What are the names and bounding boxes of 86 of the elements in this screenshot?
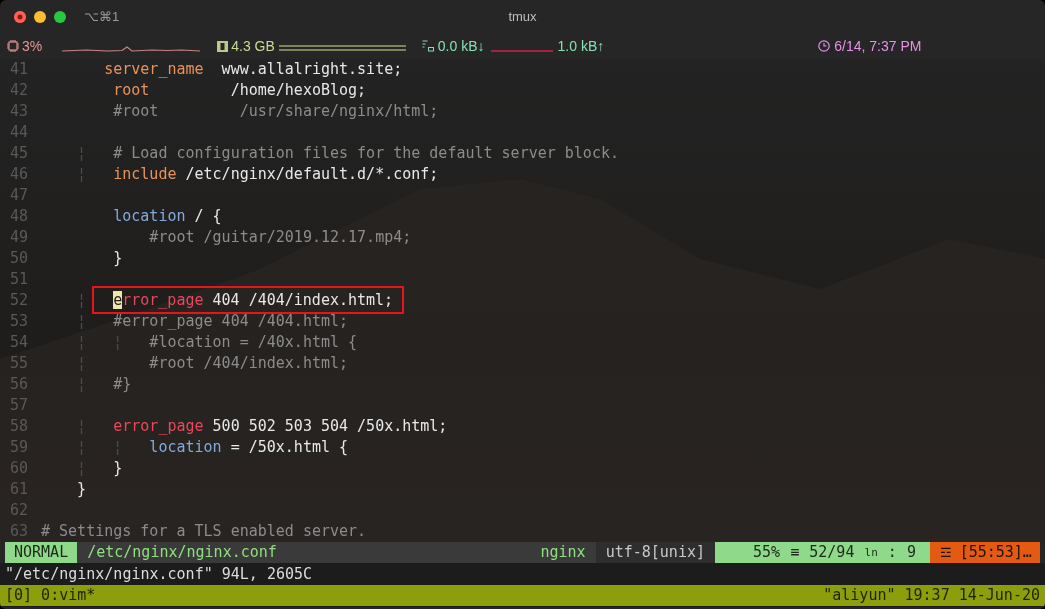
line-number: 60 (9, 458, 30, 479)
indent-guide: ¦ (76, 291, 88, 309)
directive: error_page (112, 417, 204, 435)
line-number: 43 (9, 101, 30, 122)
code-text: /home/hexoBlog; (229, 81, 367, 99)
keyword: location (112, 207, 186, 225)
code-text: /etc/nginx/default.d/*.conf; (184, 165, 439, 183)
line-number: 63 (9, 521, 30, 542)
cpu-usage: 3% (22, 38, 43, 54)
indent-guide: ¦ (76, 312, 87, 330)
percent-symbol: ≡ (790, 542, 800, 563)
line-number: 54 (9, 332, 30, 353)
comment: # Load configuration files for the default server block. (112, 144, 619, 162)
indent-guide: ¦ (76, 417, 87, 435)
download-rate: 0.0 kB↓ (437, 38, 485, 54)
comment: #error_page 404 /404.html; (112, 312, 349, 330)
position-separator: : (887, 542, 897, 563)
keyword: root (112, 81, 150, 99)
command-message: "/etc/nginx/nginx.conf" 94L, 2605C (5, 565, 313, 583)
indent-guide: ¦ (76, 144, 87, 162)
cpu-icon (7, 40, 19, 52)
cursor-character: e (113, 291, 123, 309)
line-number: 57 (9, 395, 30, 416)
line-number: 55 (9, 353, 30, 374)
indent-guide: ¦ (76, 354, 87, 372)
memory-usage: 4.3 GB (231, 38, 275, 54)
minimize-button[interactable] (34, 10, 46, 23)
code-text: 404 /404/index.html; (211, 291, 394, 309)
tmux-window-tab[interactable]: [0] 0:vim* (5, 585, 96, 606)
keyword: location (148, 438, 222, 456)
line-number: 49 (9, 227, 30, 248)
comment: #root /guitar/2019.12.17.mp4; (148, 228, 412, 246)
line-number: 50 (9, 248, 30, 269)
keyword: server_name (103, 60, 204, 78)
line-number: 46 (9, 164, 30, 185)
code-text: } (112, 459, 123, 477)
column-number: 9 (906, 542, 916, 563)
line-number: 56 (9, 374, 30, 395)
indent-guide: ¦ (76, 375, 87, 393)
upload-rate: 1.0 kB↑ (557, 38, 605, 54)
close-button[interactable] (14, 10, 26, 23)
indent-guide: ¦ (76, 165, 87, 183)
line-number: 48 (9, 206, 30, 227)
line-number: 52 (9, 290, 30, 311)
code-text: 500 502 503 504 /50x.html; (211, 417, 448, 435)
indent-guide: ¦ (76, 459, 87, 477)
code-text: } (112, 249, 123, 267)
clock-icon (818, 40, 831, 52)
file-path: /etc/nginx/nginx.conf (77, 542, 531, 563)
indent-guide: ¦ ¦ (76, 333, 123, 351)
line-number: 58 (9, 416, 30, 437)
line-number: 59 (9, 437, 30, 458)
keyword: include (112, 165, 177, 183)
comment: #root /404/index.html; (148, 354, 349, 372)
code-text: www.allalright.site; (220, 60, 403, 78)
line-position: 52/94 (809, 542, 855, 563)
network-icon (421, 40, 435, 52)
date-time: 6/14, 7:37 PM (834, 38, 922, 54)
window-title: tmux (508, 9, 537, 24)
comment: #location = /40x.html { (148, 333, 358, 351)
code-text: = /50x.html { (229, 438, 349, 456)
indent-guide: ¦ ¦ (76, 438, 123, 456)
code-text: / { (193, 207, 222, 225)
line-number: 53 (9, 311, 30, 332)
scroll-percent: 55% (753, 542, 781, 563)
comment: #root /usr/share/nginx/html; (112, 102, 439, 120)
tmux-status: "aliyun" 19:37 14-Jun-20 (823, 585, 1040, 606)
line-number: 47 (9, 185, 30, 206)
line-number: 45 (9, 143, 30, 164)
comment: # Settings for a TLS enabled server. (41, 522, 367, 540)
line-number: 44 (9, 122, 30, 143)
line-number: 62 (9, 500, 30, 521)
warning-symbol: ☲ (940, 544, 952, 562)
line-number: 51 (9, 269, 30, 290)
file-encoding: utf-8[unix] (595, 542, 715, 563)
line-number: 61 (9, 479, 30, 500)
directive: rror_page (122, 291, 204, 309)
comment: #} (112, 375, 132, 393)
warning-text: [55:53]… (959, 542, 1032, 563)
memory-icon (217, 40, 229, 52)
code-text: } (76, 480, 87, 498)
file-type: nginx (530, 542, 596, 563)
zoom-button[interactable] (54, 10, 66, 23)
line-symbol: ln (864, 545, 878, 561)
mode-indicator: NORMAL (5, 542, 78, 563)
tab-shortcut: ⌥⌘1 (84, 9, 120, 24)
